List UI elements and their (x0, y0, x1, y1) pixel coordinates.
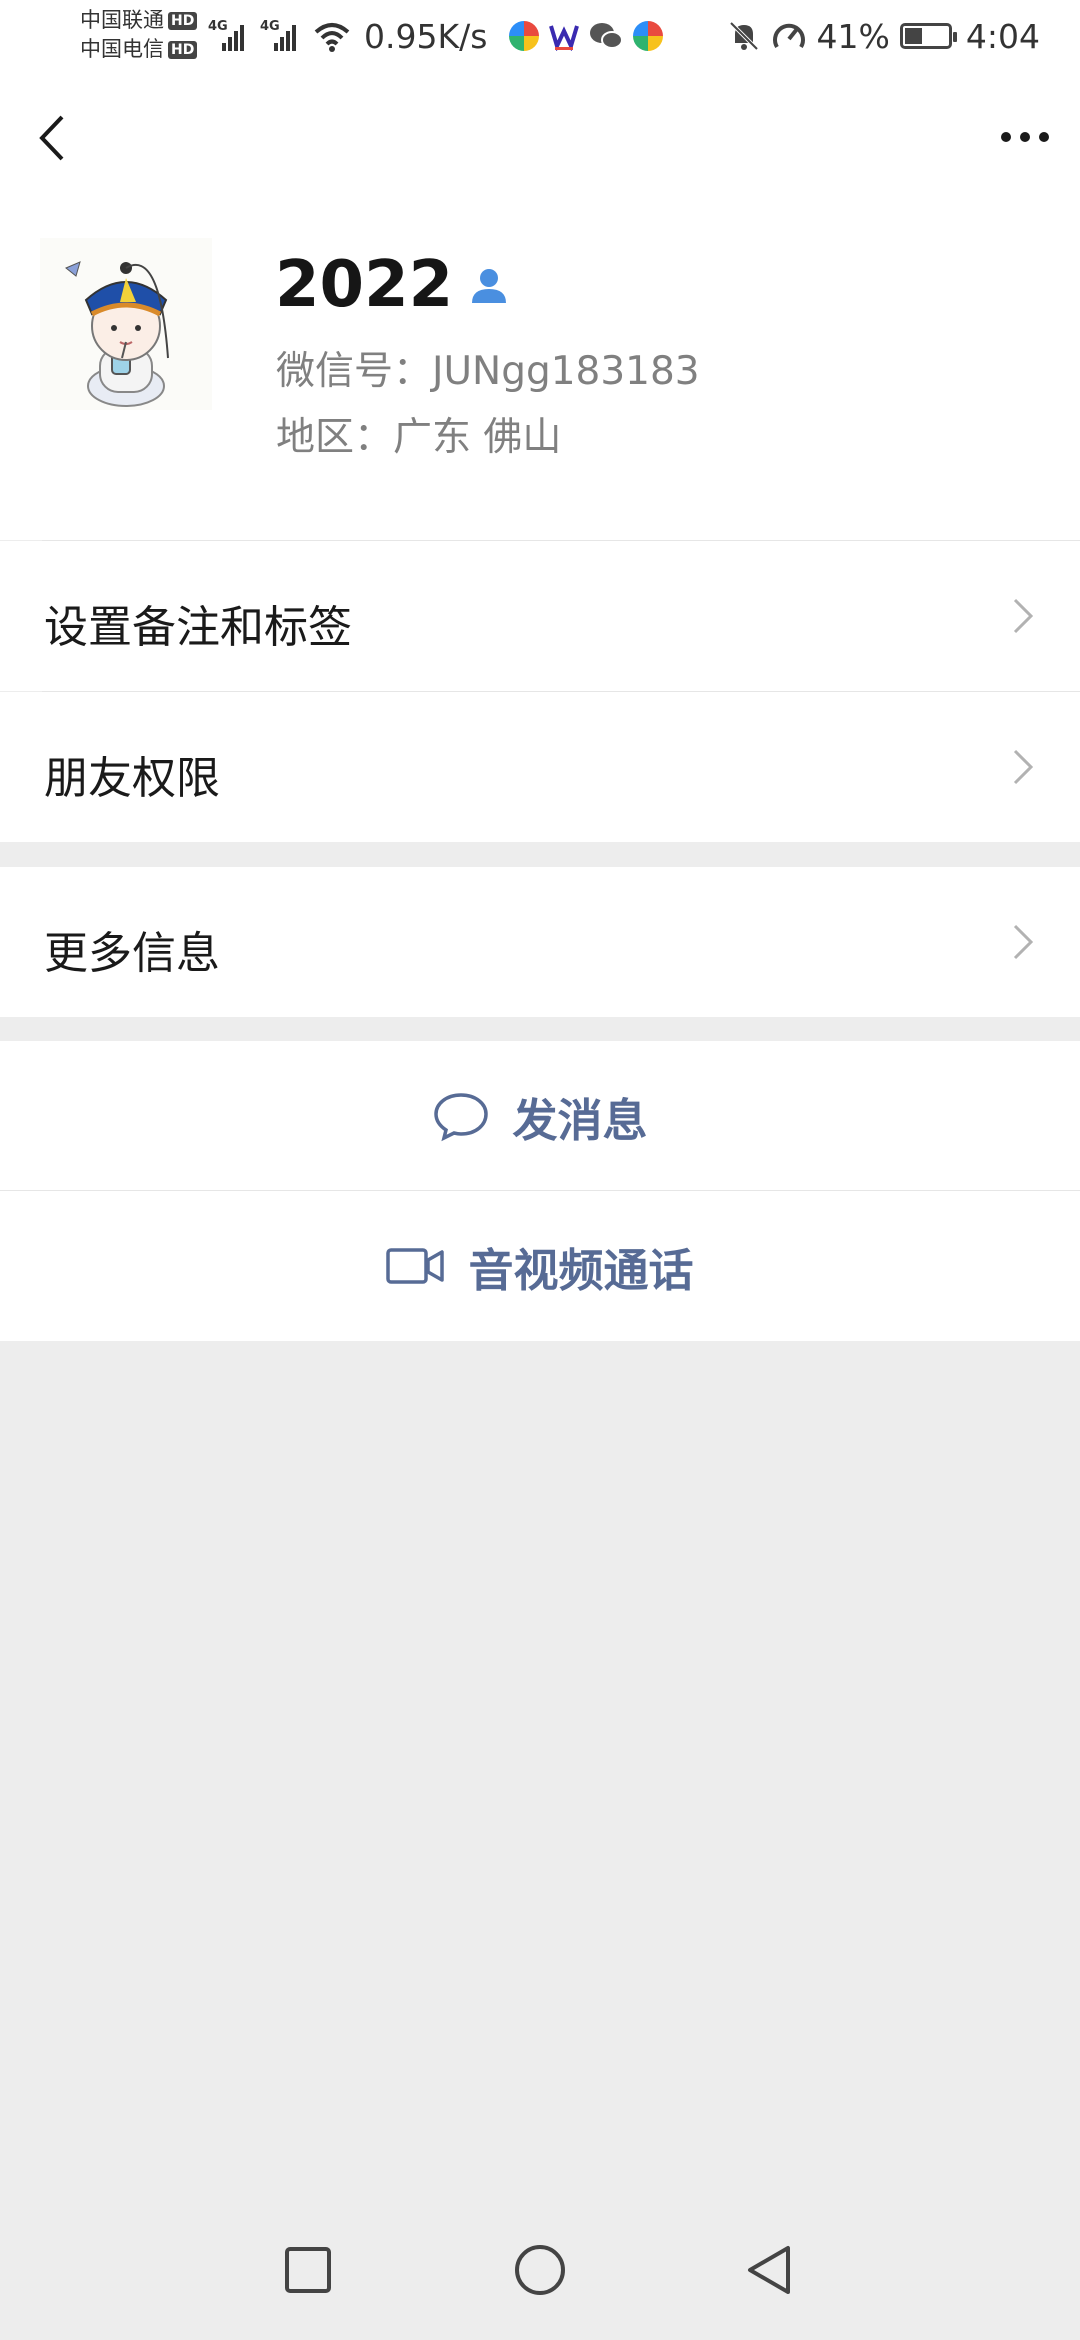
wifi-icon (314, 23, 350, 52)
av-call-button[interactable]: 音视频通话 (0, 1191, 1080, 1341)
avatar[interactable] (40, 238, 212, 410)
av-call-label: 音视频通话 (468, 1243, 694, 1297)
more-info-row[interactable]: 更多信息 (0, 867, 1080, 1017)
friend-permissions-row[interactable]: 朋友权限 (0, 692, 1080, 842)
region: 地区：广东 佛山 (276, 415, 562, 460)
contact-name: 2022 (275, 248, 454, 322)
wechat-icon (590, 23, 624, 49)
signal-icon: 4G (208, 19, 252, 53)
battery-icon (899, 23, 957, 49)
speedometer-icon (772, 23, 805, 49)
chevron-right-icon (1013, 749, 1034, 785)
battery-percent: 41% (816, 16, 890, 56)
back-nav-button[interactable] (740, 2240, 800, 2300)
battery-fill (904, 28, 922, 44)
triangle-back-icon (748, 2246, 790, 2294)
more-info-label: 更多信息 (44, 928, 220, 979)
more-button[interactable] (990, 112, 1060, 162)
w-app-icon (549, 25, 580, 51)
status-right: 41% 4:04 (727, 14, 1040, 58)
notification-app-icons (509, 21, 664, 51)
remark-tags-row[interactable]: 设置备注和标签 (0, 541, 1080, 691)
recent-apps-button[interactable] (278, 2240, 338, 2300)
system-navigation-bar (0, 2200, 1080, 2340)
carrier-1-label: 中国联通 (80, 8, 164, 32)
hd-badge: HD (168, 40, 198, 59)
nav-bar (0, 72, 1080, 202)
status-bar: 中国联通 HD 中国电信 HD 4G 4G 0.95K/s 41% 4:04 (0, 0, 1080, 72)
chevron-right-icon (1013, 598, 1034, 634)
circle-icon (515, 2245, 565, 2295)
person-icon (472, 269, 507, 303)
chevron-right-icon (1013, 924, 1034, 960)
status-indicators: 4G 4G 0.95K/s (208, 14, 664, 58)
profile-card: 2022 微信号：JUNgg183183 地区：广东 佛山 (0, 202, 1080, 540)
cartoon-avatar-image (65, 261, 169, 407)
carrier-info: 中国联通 HD 中国电信 HD (80, 6, 198, 64)
back-button[interactable] (30, 107, 80, 169)
chevron-left-icon (39, 115, 64, 161)
clock: 4:04 (965, 16, 1040, 56)
send-message-label: 发消息 (512, 1093, 648, 1147)
signal-icon: 4G (260, 19, 304, 53)
remark-tags-label: 设置备注和标签 (44, 602, 352, 653)
pinwheel-app-icon (633, 21, 664, 51)
wechat-id: 微信号：JUNgg183183 (276, 349, 700, 394)
home-button[interactable] (510, 2240, 570, 2300)
square-icon (285, 2247, 331, 2293)
pinwheel-app-icon (509, 21, 540, 51)
friend-permissions-label: 朋友权限 (44, 753, 220, 804)
bell-off-icon (729, 21, 758, 51)
send-message-button[interactable]: 发消息 (0, 1041, 1080, 1191)
profile-name: 2022 (275, 248, 509, 322)
carrier-2-label: 中国电信 (80, 37, 164, 61)
hd-badge: HD (168, 11, 198, 30)
chat-bubble-icon (434, 1093, 489, 1142)
net-speed: 0.95K/s (364, 16, 488, 56)
more-horizontal-icon (1001, 132, 1049, 142)
video-camera-icon (386, 1248, 445, 1284)
